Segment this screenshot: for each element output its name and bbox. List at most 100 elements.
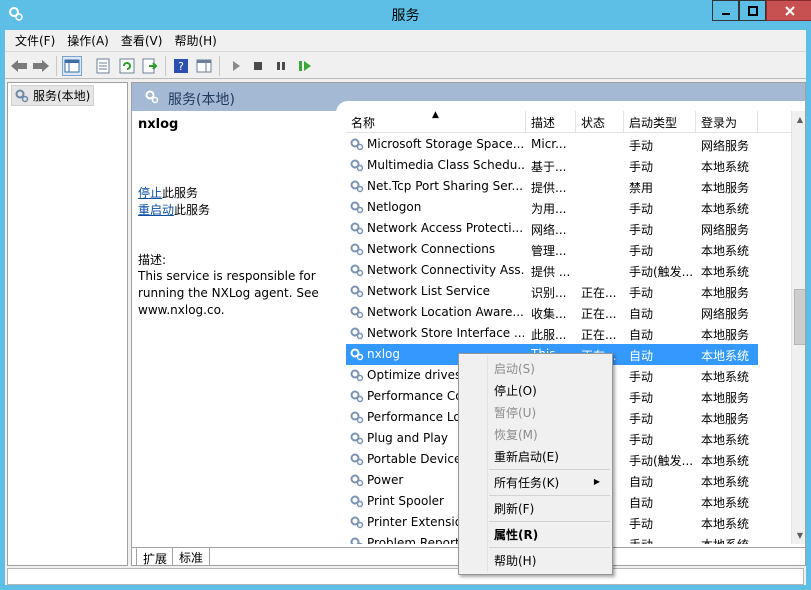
cell-log-on-as: 本地系统	[701, 475, 750, 489]
cell-startup-type: 手动	[629, 433, 654, 447]
cell-description: 识别...	[531, 286, 567, 300]
show-hide-console-tree-button[interactable]	[62, 56, 82, 76]
play-icon	[233, 61, 240, 71]
refresh-toolbar-button[interactable]	[117, 56, 137, 76]
service-gear-icon	[350, 138, 364, 151]
column-startup-type[interactable]: 启动类型	[624, 111, 696, 133]
cell-description: 此服...	[531, 328, 567, 342]
table-row[interactable]: Network Access Protecti... 网络... 手动 网络服务	[346, 218, 758, 239]
scroll-down-button[interactable]: ▼	[792, 527, 805, 544]
cell-startup-type: 手动	[629, 160, 654, 174]
menu-item-properties[interactable]: 属性(R)	[461, 523, 610, 545]
close-button[interactable]	[766, 0, 811, 21]
export-icon	[142, 58, 158, 74]
cell-log-on-as: 本地系统	[701, 202, 750, 216]
export-list-button[interactable]	[140, 56, 160, 76]
cell-startup-type: 自动	[629, 496, 654, 510]
console-tree-icon	[64, 59, 80, 73]
table-row[interactable]: Netlogon 为用... 手动 本地系统	[346, 197, 758, 218]
cell-description: 基于...	[531, 160, 567, 174]
service-gear-icon	[350, 390, 364, 403]
table-row[interactable]: Network List Service 识别... 正在... 手动 本地服务	[346, 281, 758, 302]
menu-view[interactable]: 查看(V)	[115, 30, 169, 51]
service-gear-icon	[350, 474, 364, 487]
cell-name: Netlogon	[367, 200, 422, 214]
stop-service-button[interactable]	[248, 56, 268, 76]
list-vertical-scrollbar[interactable]: ▲ ▼	[791, 111, 805, 544]
service-gear-icon	[350, 453, 364, 466]
svg-text:?: ?	[178, 60, 184, 73]
restart-service-link[interactable]: 重启动	[138, 203, 174, 217]
restart-icon	[299, 61, 311, 71]
services-gear-icon	[15, 89, 29, 102]
restart-service-line: 重启动此服务	[138, 201, 210, 218]
cell-status: 正在...	[581, 286, 617, 300]
cell-log-on-as: 本地系统	[701, 370, 750, 384]
chevron-up-icon: ▲	[796, 115, 804, 124]
cell-log-on-as: 网络服务	[701, 139, 750, 153]
menu-item-start[interactable]: 启动(S)	[461, 357, 610, 379]
column-log-on-as[interactable]: 登录为	[696, 111, 758, 133]
table-row[interactable]: Microsoft Storage Space... Micr... 手动 网络服务	[346, 134, 758, 155]
service-gear-icon	[350, 201, 364, 214]
pause-service-button[interactable]	[271, 56, 291, 76]
cell-log-on-as: 本地服务	[701, 412, 750, 426]
table-row[interactable]: Network Location Aware... 收集... 正在... 自动 网络服…	[346, 302, 758, 323]
console-tree: 服务(本地)	[7, 82, 128, 566]
cell-description: 管理...	[531, 244, 567, 258]
cell-log-on-as: 本地服务	[701, 181, 750, 195]
forward-button[interactable]	[31, 56, 51, 76]
table-row[interactable]: Multimedia Class Schedu... 基于... 手动 本地系统	[346, 155, 758, 176]
table-row[interactable]: Network Connections 管理... 手动 本地系统	[346, 239, 758, 260]
forward-arrow-icon	[33, 60, 49, 72]
properties-toolbar-button[interactable]	[93, 56, 113, 76]
cell-startup-type: 手动	[629, 202, 654, 216]
menu-item-pause[interactable]: 暂停(U)	[461, 401, 610, 423]
tab-standard[interactable]: 标准	[172, 548, 211, 565]
action-pane-icon	[196, 59, 212, 73]
column-name[interactable]: 名称 ▲	[346, 111, 526, 133]
cell-log-on-as: 网络服务	[701, 223, 750, 237]
pane-header-title: 服务(本地)	[168, 92, 235, 108]
menu-item-refresh[interactable]: 刷新(F)	[461, 497, 610, 519]
menu-item-all-tasks[interactable]: 所有任务(K) ▶	[461, 471, 610, 493]
menu-help[interactable]: 帮助(H)	[168, 30, 222, 51]
menu-item-stop[interactable]: 停止(O)	[461, 379, 610, 401]
scrollbar-thumb[interactable]	[794, 289, 805, 345]
scroll-up-button[interactable]: ▲	[792, 111, 805, 128]
stop-icon	[254, 62, 262, 70]
table-row[interactable]: Network Store Interface ... 此服... 正在... 自动 本…	[346, 323, 758, 344]
show-action-pane-button[interactable]	[194, 56, 214, 76]
cell-name: Microsoft Storage Space...	[367, 137, 524, 151]
status-bar	[7, 568, 804, 585]
table-row[interactable]: Network Connectivity Ass... 提供 ... 手动(触发..…	[346, 260, 758, 281]
back-button[interactable]	[9, 56, 29, 76]
maximize-icon	[747, 5, 758, 16]
restart-service-suffix: 此服务	[174, 203, 211, 217]
cell-startup-type: 手动(触发...	[629, 454, 693, 468]
stop-service-link[interactable]: 停止	[138, 186, 162, 200]
column-status[interactable]: 状态	[576, 111, 624, 133]
restart-service-button[interactable]	[295, 56, 315, 76]
service-gear-icon	[350, 285, 364, 298]
back-arrow-icon	[11, 60, 27, 72]
service-gear-icon	[350, 159, 364, 172]
tab-extended[interactable]: 扩展	[136, 548, 175, 565]
tree-item-services-local[interactable]: 服务(本地)	[11, 85, 95, 106]
help-toolbar-button[interactable]: ?	[171, 56, 191, 76]
menu-item-resume[interactable]: 恢复(M)	[461, 423, 610, 445]
column-description[interactable]: 描述	[526, 111, 576, 133]
help-icon: ?	[174, 59, 188, 73]
maximize-button[interactable]	[739, 0, 766, 21]
cell-name: Multimedia Class Schedu...	[367, 158, 524, 172]
menu-item-restart[interactable]: 重新启动(E)	[461, 445, 610, 467]
menu-item-help[interactable]: 帮助(H)	[461, 549, 610, 571]
menu-file[interactable]: 文件(F)	[9, 30, 61, 51]
start-service-button[interactable]	[226, 56, 246, 76]
table-row[interactable]: Net.Tcp Port Sharing Ser... 提供... 禁用 本地服务	[346, 176, 758, 197]
cell-description: 为用...	[531, 202, 567, 216]
minimize-button[interactable]	[712, 0, 739, 21]
menu-action[interactable]: 操作(A)	[61, 30, 115, 51]
menu-item-all-tasks-label: 所有任务(K)	[494, 476, 560, 490]
cell-name: Network Connections	[367, 242, 496, 256]
